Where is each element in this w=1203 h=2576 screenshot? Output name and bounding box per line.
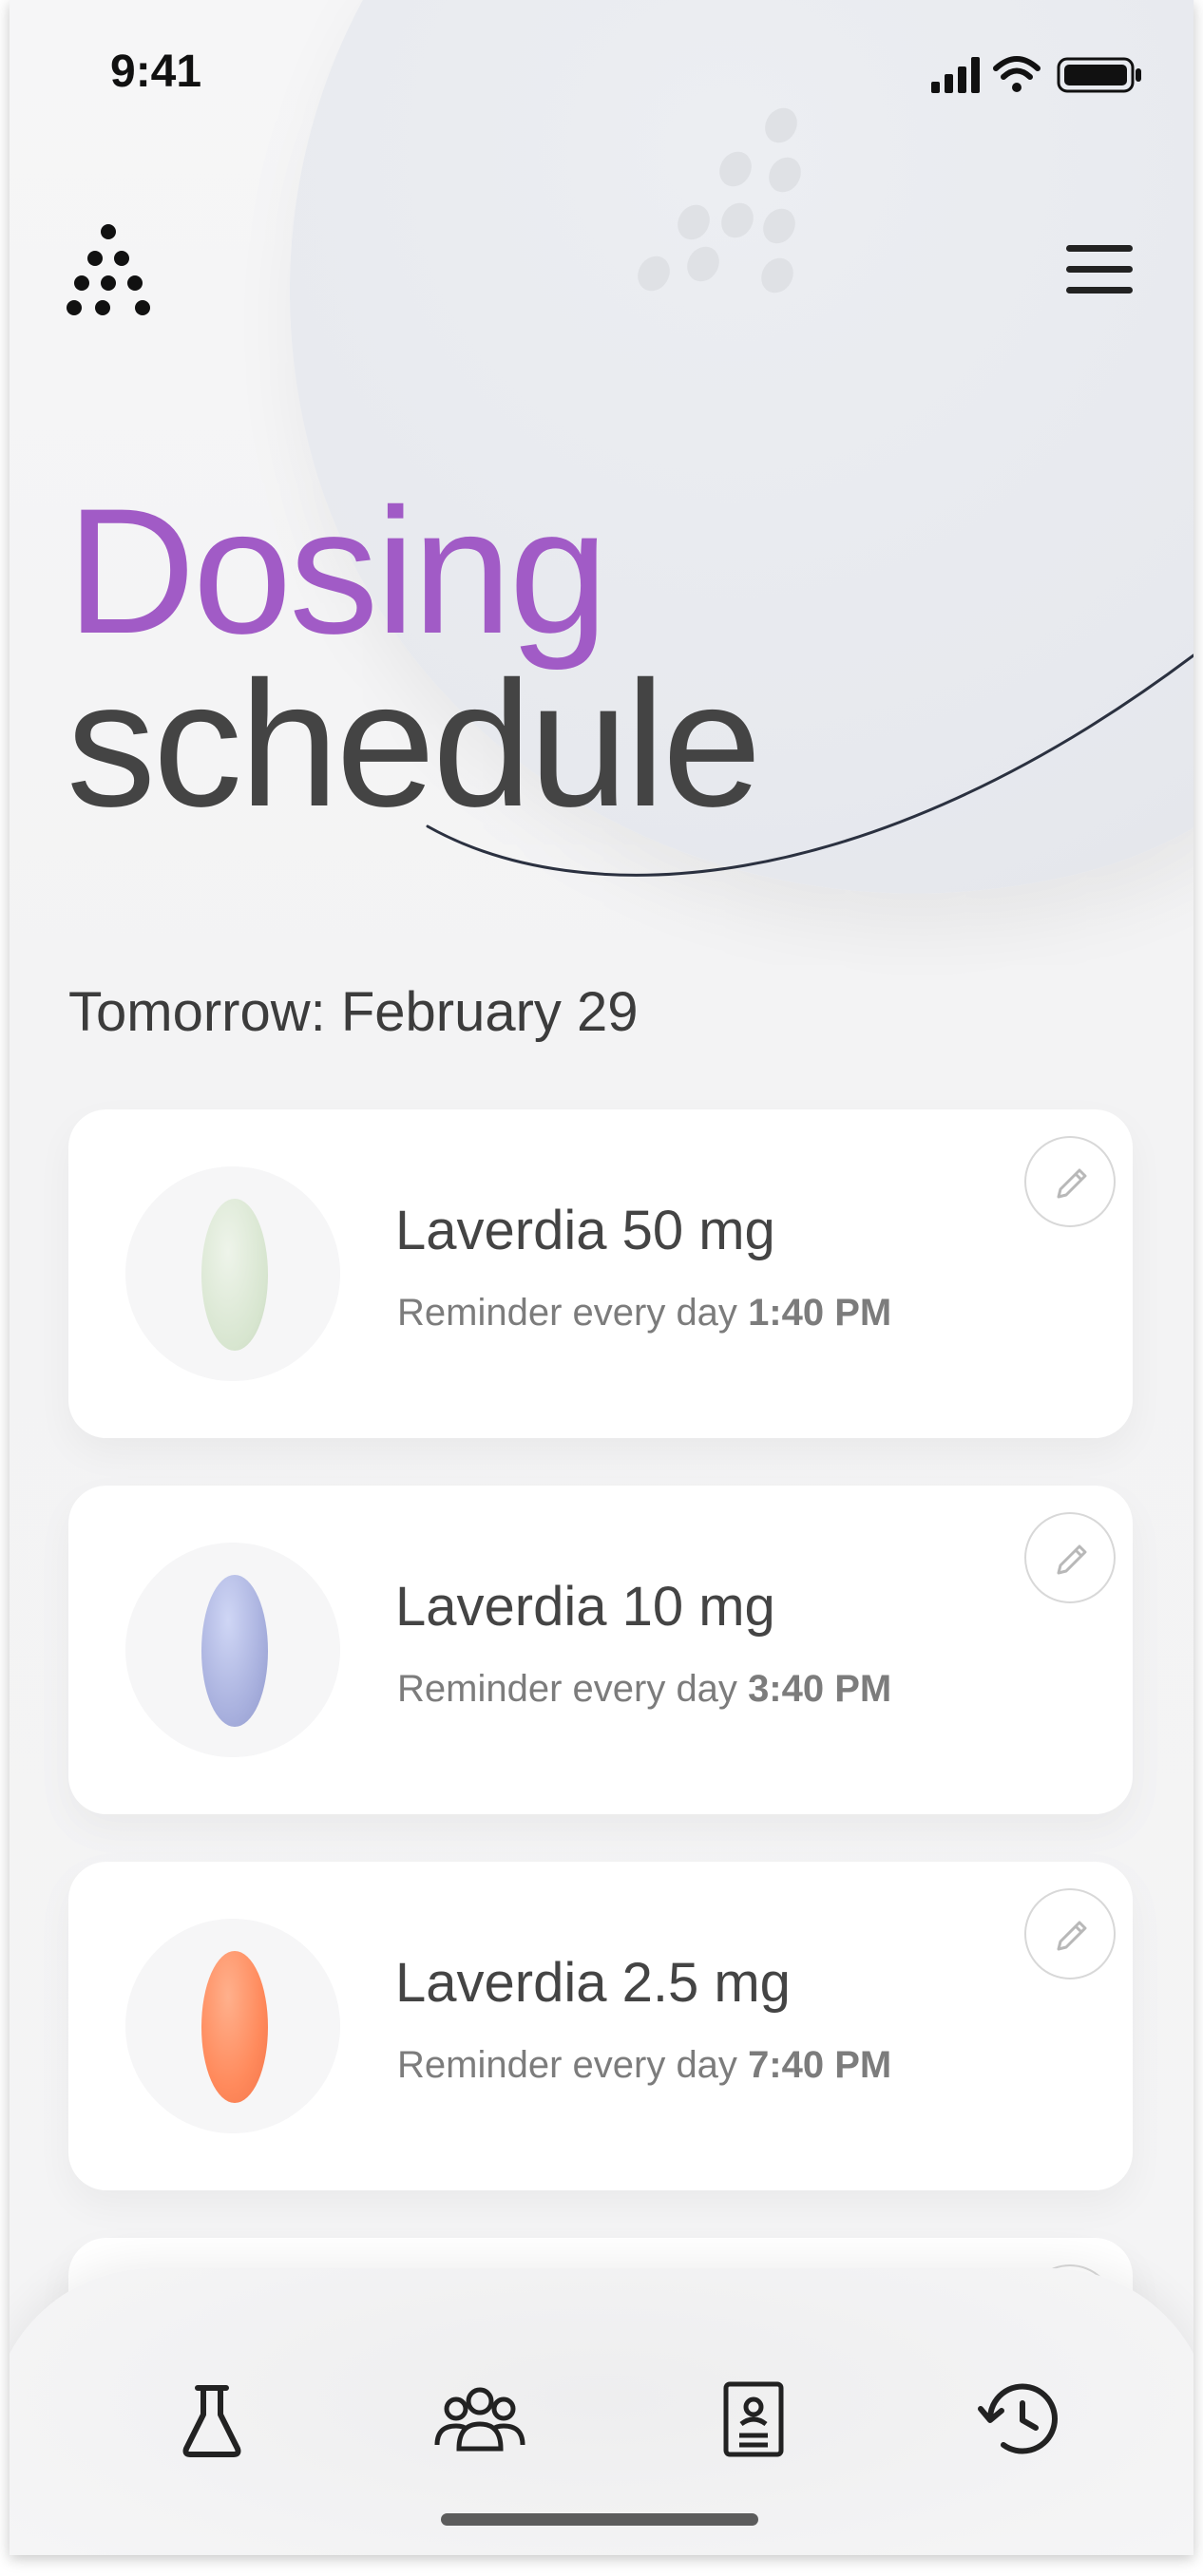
home-indicator (441, 2513, 758, 2526)
medication-name: Laverdia 50 mg (395, 1200, 775, 1261)
medication-name: Laverdia 10 mg (395, 1576, 775, 1638)
decorative-dots (638, 107, 801, 294)
date-label: Tomorrow: February 29 (68, 981, 639, 1043)
page-title-rest: schedule (67, 644, 762, 843)
hamburger-menu-icon[interactable] (1060, 239, 1140, 300)
people-group-icon[interactable] (428, 2371, 532, 2466)
pill-icon (201, 1951, 268, 2103)
medication-card[interactable]: Laverdia 50 mg Reminder every day 1:40 P… (68, 1109, 1133, 1438)
pill-icon (201, 1199, 268, 1351)
pill-thumbnail (125, 1919, 340, 2133)
edit-button[interactable] (1024, 1136, 1116, 1227)
bottom-navigation (10, 2268, 1193, 2555)
pill-thumbnail (125, 1166, 340, 1381)
status-icons (931, 56, 1141, 93)
medication-name: Laverdia 2.5 mg (395, 1952, 791, 2014)
page-title-accent: Dosing (67, 471, 608, 671)
reminder-text: Reminder every day 3:40 PM (397, 1668, 892, 1710)
flask-icon[interactable] (160, 2371, 264, 2466)
phone-screen: 9:41 Dosing schedule Tomorrow: February … (10, 0, 1193, 2555)
edit-button[interactable] (1024, 1888, 1116, 1979)
pencil-icon (1057, 1168, 1087, 1199)
medication-card[interactable]: Laverdia 10 mg Reminder every day 3:40 P… (68, 1486, 1133, 1814)
battery-icon (1057, 57, 1141, 93)
wifi-icon (993, 56, 1041, 80)
pencil-icon (1057, 1921, 1087, 1951)
history-clock-icon[interactable] (969, 2371, 1074, 2466)
status-bar: 9:41 (10, 0, 1193, 133)
reminder-text: Reminder every day 7:40 PM (397, 2044, 892, 2086)
status-time: 9:41 (110, 47, 202, 97)
pencil-icon (1057, 1544, 1087, 1575)
pill-icon (201, 1575, 268, 1727)
edit-button[interactable] (1024, 1512, 1116, 1603)
reminder-time: 3:40 PM (748, 1668, 892, 1710)
profile-document-icon[interactable] (701, 2371, 806, 2466)
medication-card[interactable]: Laverdia 2.5 mg Reminder every day 7:40 … (68, 1862, 1133, 2190)
reminder-time: 1:40 PM (748, 1292, 892, 1334)
page-title: Dosing schedule (67, 471, 762, 843)
reminder-text: Reminder every day 1:40 PM (397, 1292, 892, 1334)
dots-triangle-logo (67, 224, 150, 315)
signal-icon (931, 57, 980, 93)
pill-thumbnail (125, 1543, 340, 1757)
reminder-time: 7:40 PM (748, 2044, 892, 2086)
